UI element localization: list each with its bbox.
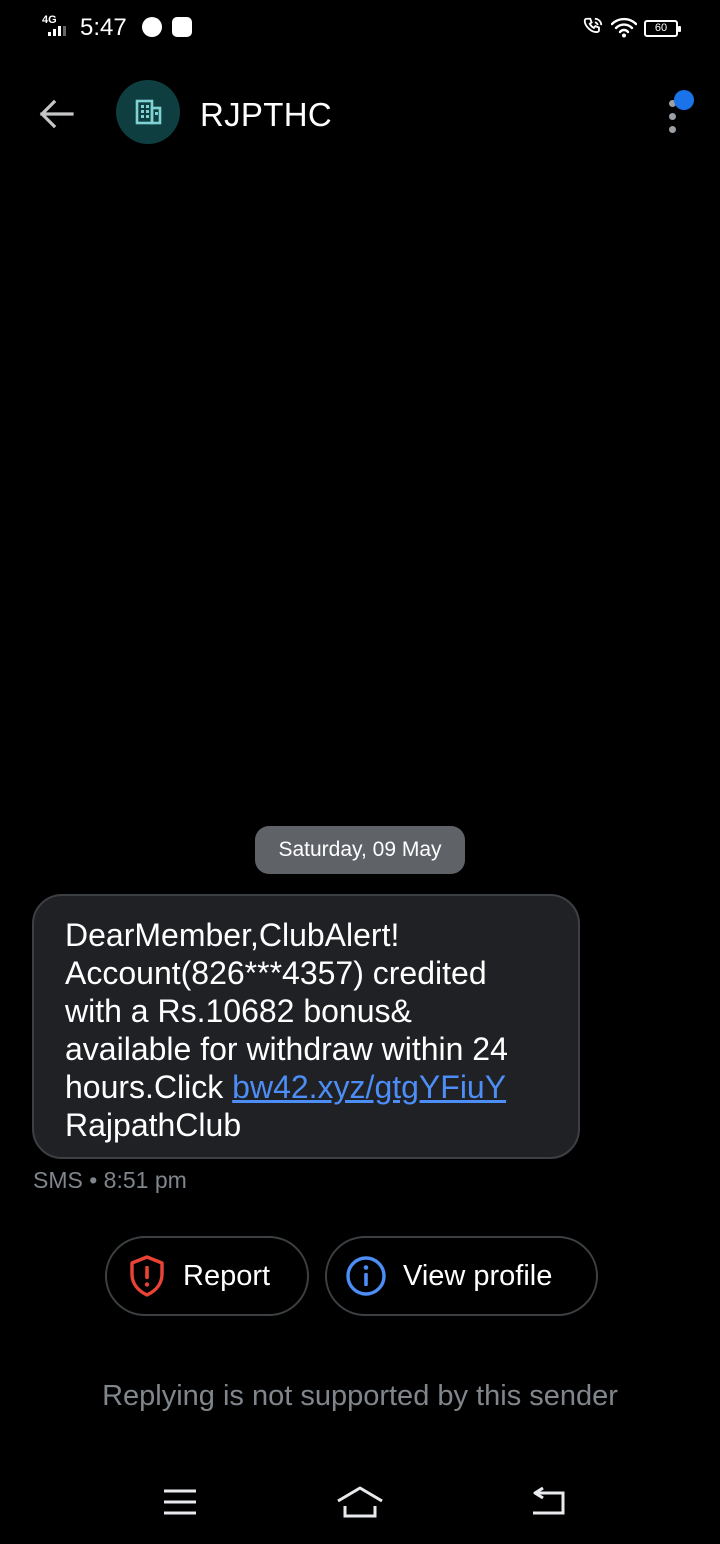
back-button[interactable] xyxy=(30,90,82,138)
report-button[interactable]: Report xyxy=(105,1236,309,1316)
sender-name[interactable]: RJPTHC xyxy=(200,96,332,134)
battery-icon: 60 xyxy=(644,20,681,37)
conversation-app-bar: RJPTHC xyxy=(0,70,720,160)
info-icon xyxy=(345,1255,387,1297)
building-icon xyxy=(135,99,162,125)
notification-app-icon xyxy=(142,17,162,37)
system-nav-bar xyxy=(0,1456,720,1544)
back-nav-button[interactable] xyxy=(518,1480,578,1524)
message-text: DearMember,ClubAlert! Account(826***4357… xyxy=(65,916,548,1144)
status-bar: 4G 5:47 60 xyxy=(0,0,720,60)
wifi-calling-icon xyxy=(582,16,604,43)
home-icon xyxy=(337,1486,383,1518)
view-profile-label: View profile xyxy=(403,1259,553,1292)
reply-not-supported-note: Replying is not supported by this sender xyxy=(102,1380,618,1412)
sender-avatar[interactable] xyxy=(116,80,180,144)
more-vert-icon xyxy=(669,126,676,133)
notification-badge xyxy=(674,90,694,110)
message-bubble[interactable]: DearMember,ClubAlert! Account(826***4357… xyxy=(32,894,580,1159)
more-options-button[interactable] xyxy=(656,88,696,144)
recents-button[interactable] xyxy=(150,1480,210,1524)
menu-icon xyxy=(164,1489,196,1515)
date-separator: Saturday, 09 May xyxy=(255,826,465,874)
return-icon xyxy=(533,1487,565,1515)
wifi-icon xyxy=(610,16,638,43)
shield-alert-icon xyxy=(127,1254,167,1298)
report-label: Report xyxy=(183,1259,271,1292)
view-profile-button[interactable]: View profile xyxy=(325,1236,598,1316)
more-vert-icon xyxy=(669,113,676,120)
signal-icon xyxy=(48,26,66,36)
message-link[interactable]: bw42.xyz/gtgYFiuY xyxy=(232,1069,506,1105)
network-type: 4G xyxy=(42,14,57,26)
message-text-after-link: RajpathClub xyxy=(65,1107,242,1143)
home-button[interactable] xyxy=(330,1480,390,1524)
notification-app-icon xyxy=(172,17,192,37)
clock: 5:47 xyxy=(80,14,127,41)
message-meta: SMS • 8:51 pm xyxy=(33,1167,187,1193)
arrow-back-icon xyxy=(39,99,74,129)
